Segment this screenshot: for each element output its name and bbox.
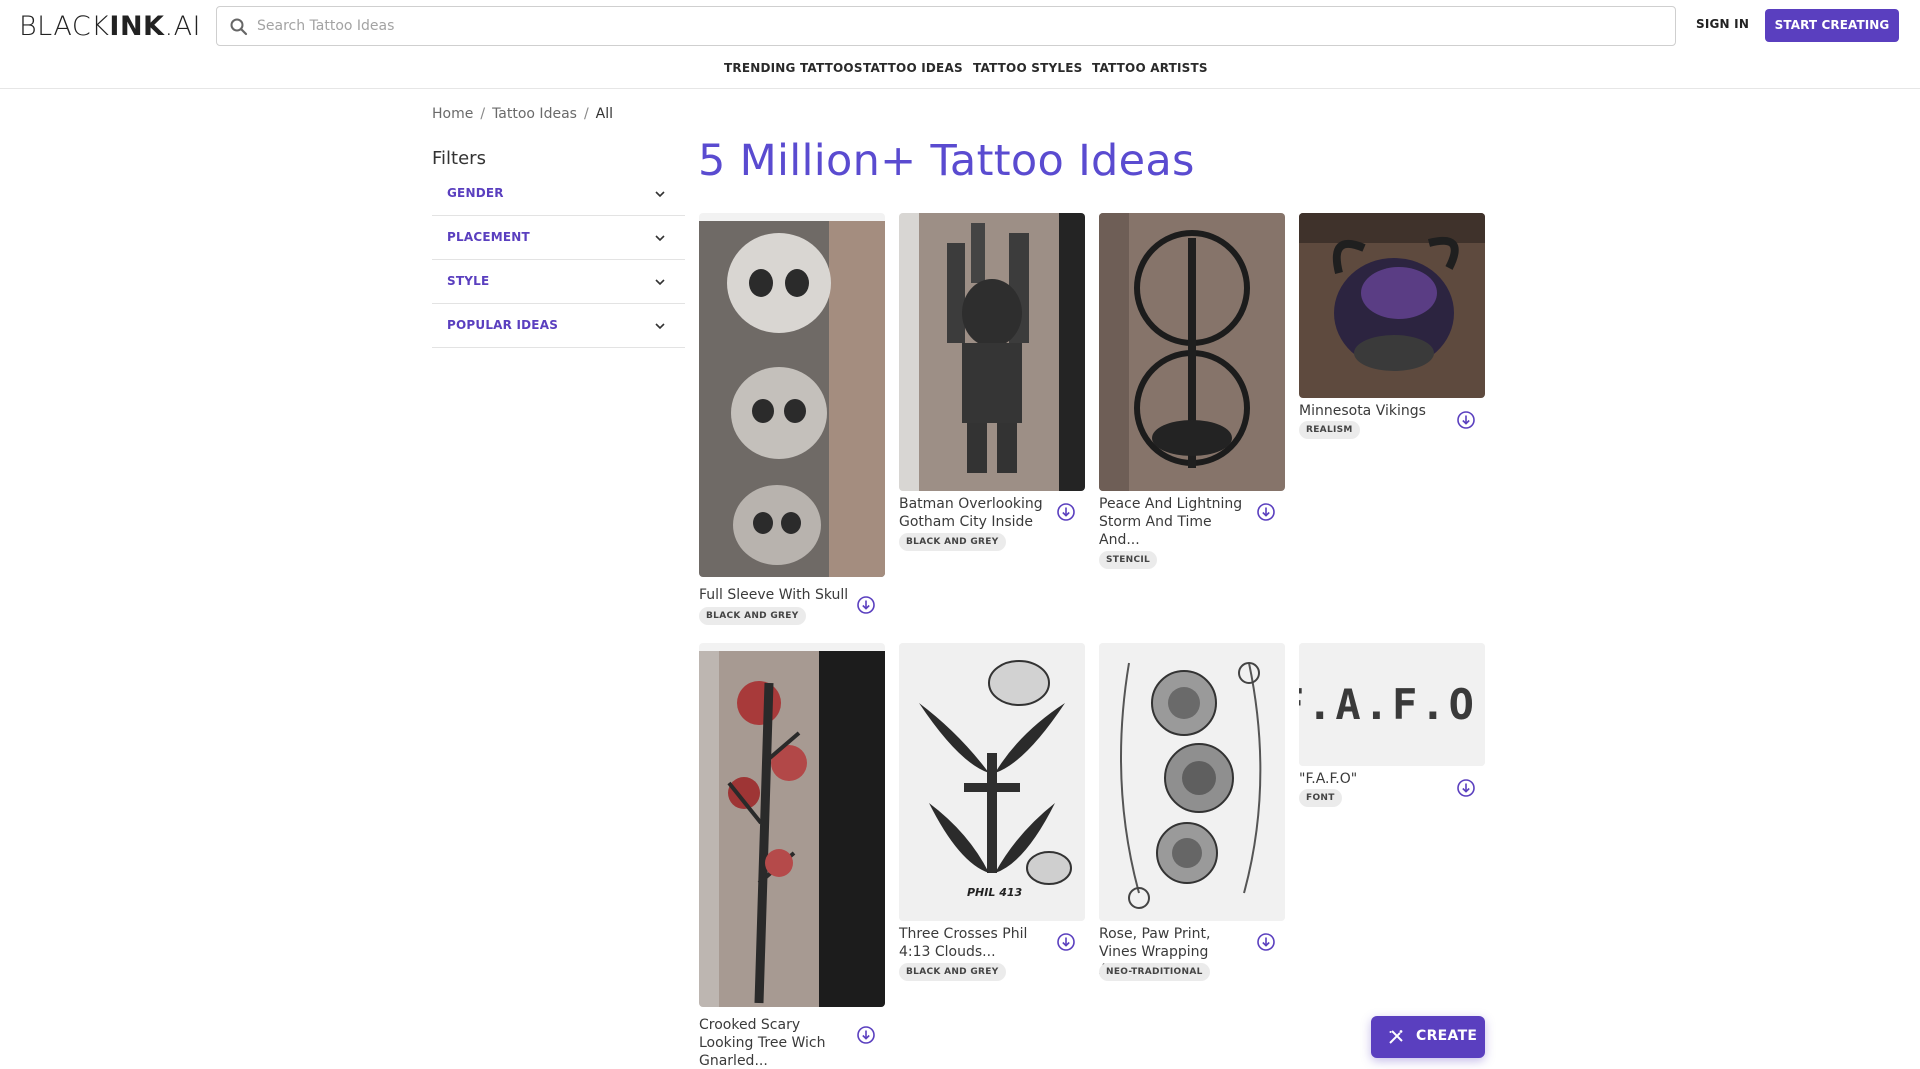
art-text: PHIL 413 bbox=[967, 886, 1023, 899]
create-button[interactable]: CREATE bbox=[1371, 1016, 1485, 1058]
filters-heading: Filters bbox=[432, 148, 486, 169]
card-title[interactable]: "F.A.F.O" bbox=[1299, 770, 1449, 788]
filter-popular-ideas[interactable]: POPULAR IDEAS bbox=[432, 305, 685, 348]
card-title[interactable]: Full Sleeve With Skull bbox=[699, 586, 849, 604]
tattoo-image[interactable]: PHIL 413 bbox=[899, 643, 1085, 921]
main-nav: TRENDING TATTOOS TATTOO IDEAS TATTOO STY… bbox=[0, 61, 1920, 79]
style-tag[interactable]: FONT bbox=[1299, 789, 1342, 807]
breadcrumb-current: All bbox=[595, 106, 614, 122]
download-icon[interactable] bbox=[1056, 502, 1076, 522]
breadcrumb: Home / Tattoo Ideas / All bbox=[432, 106, 613, 122]
nav-tattoo-artists[interactable]: TATTOO ARTISTS bbox=[1092, 61, 1208, 75]
chevron-down-icon bbox=[655, 279, 665, 286]
style-tag[interactable]: BLACK AND GREY bbox=[899, 963, 1006, 981]
download-icon[interactable] bbox=[1256, 502, 1276, 522]
download-icon[interactable] bbox=[856, 1025, 876, 1045]
card-title[interactable]: Batman Overlooking Gotham City Inside bbox=[899, 495, 1049, 531]
top-header: BLACKINK.AI SIGN IN START CREATING TREND… bbox=[0, 0, 1920, 89]
nav-tattoo-ideas[interactable]: TATTOO IDEAS bbox=[863, 61, 963, 75]
filter-label: PLACEMENT bbox=[447, 230, 530, 244]
filter-placement[interactable]: PLACEMENT bbox=[432, 217, 685, 260]
breadcrumb-separator: / bbox=[480, 106, 486, 122]
download-icon[interactable] bbox=[1456, 410, 1476, 430]
sign-in-link[interactable]: SIGN IN bbox=[1696, 17, 1749, 31]
card-title[interactable]: Peace And Lightning Storm And Time And..… bbox=[1099, 495, 1249, 549]
search-input[interactable] bbox=[257, 13, 1657, 39]
logo[interactable]: BLACKINK.AI bbox=[19, 11, 201, 42]
start-creating-button[interactable]: START CREATING bbox=[1765, 9, 1899, 42]
filter-label: GENDER bbox=[447, 186, 504, 200]
magic-wand-icon bbox=[1389, 1030, 1403, 1044]
nav-tattoo-styles[interactable]: TATTOO STYLES bbox=[973, 61, 1082, 75]
filter-style[interactable]: STYLE bbox=[432, 261, 685, 304]
tattoo-image[interactable] bbox=[1099, 643, 1285, 921]
breadcrumb-home[interactable]: Home bbox=[432, 106, 473, 122]
card-title[interactable]: Three Crosses Phil 4:13 Clouds... bbox=[899, 925, 1049, 961]
filter-gender[interactable]: GENDER bbox=[432, 173, 685, 216]
tattoo-image[interactable] bbox=[1299, 213, 1485, 398]
tattoo-image[interactable]: F.A.F.O. bbox=[1299, 643, 1485, 766]
tattoo-image[interactable] bbox=[1099, 213, 1285, 491]
breadcrumb-separator: / bbox=[583, 106, 589, 122]
art-text: F.A.F.O. bbox=[1299, 680, 1485, 729]
filter-label: POPULAR IDEAS bbox=[447, 318, 559, 332]
page-title: 5 Million+ Tattoo Ideas bbox=[698, 136, 1195, 186]
nav-trending-tattoos[interactable]: TRENDING TATTOOS bbox=[724, 61, 863, 75]
chevron-down-icon bbox=[655, 235, 665, 242]
tattoo-image[interactable] bbox=[899, 213, 1085, 491]
chevron-down-icon bbox=[655, 191, 665, 198]
style-tag[interactable]: BLACK AND GREY bbox=[699, 607, 806, 625]
download-icon[interactable] bbox=[1056, 932, 1076, 952]
create-label: CREATE bbox=[1416, 1028, 1478, 1044]
filter-label: STYLE bbox=[447, 274, 490, 288]
search-box[interactable] bbox=[216, 6, 1676, 46]
download-icon[interactable] bbox=[1456, 778, 1476, 798]
style-tag[interactable]: BLACK AND GREY bbox=[899, 533, 1006, 551]
download-icon[interactable] bbox=[1256, 932, 1276, 952]
card-title[interactable]: Minnesota Vikings bbox=[1299, 402, 1449, 420]
tattoo-image[interactable] bbox=[699, 213, 885, 577]
breadcrumb-tattoo-ideas[interactable]: Tattoo Ideas bbox=[492, 106, 577, 122]
style-tag[interactable]: STENCIL bbox=[1099, 551, 1158, 569]
chevron-down-icon bbox=[655, 323, 665, 330]
download-icon[interactable] bbox=[856, 595, 876, 615]
style-tag[interactable]: REALISM bbox=[1299, 421, 1360, 439]
card-title[interactable]: Crooked Scary Looking Tree Wich Gnarled.… bbox=[699, 1016, 849, 1069]
tattoo-image[interactable] bbox=[699, 643, 885, 1007]
search-icon bbox=[230, 18, 248, 36]
style-tag[interactable]: NEO-TRADITIONAL bbox=[1099, 963, 1210, 981]
